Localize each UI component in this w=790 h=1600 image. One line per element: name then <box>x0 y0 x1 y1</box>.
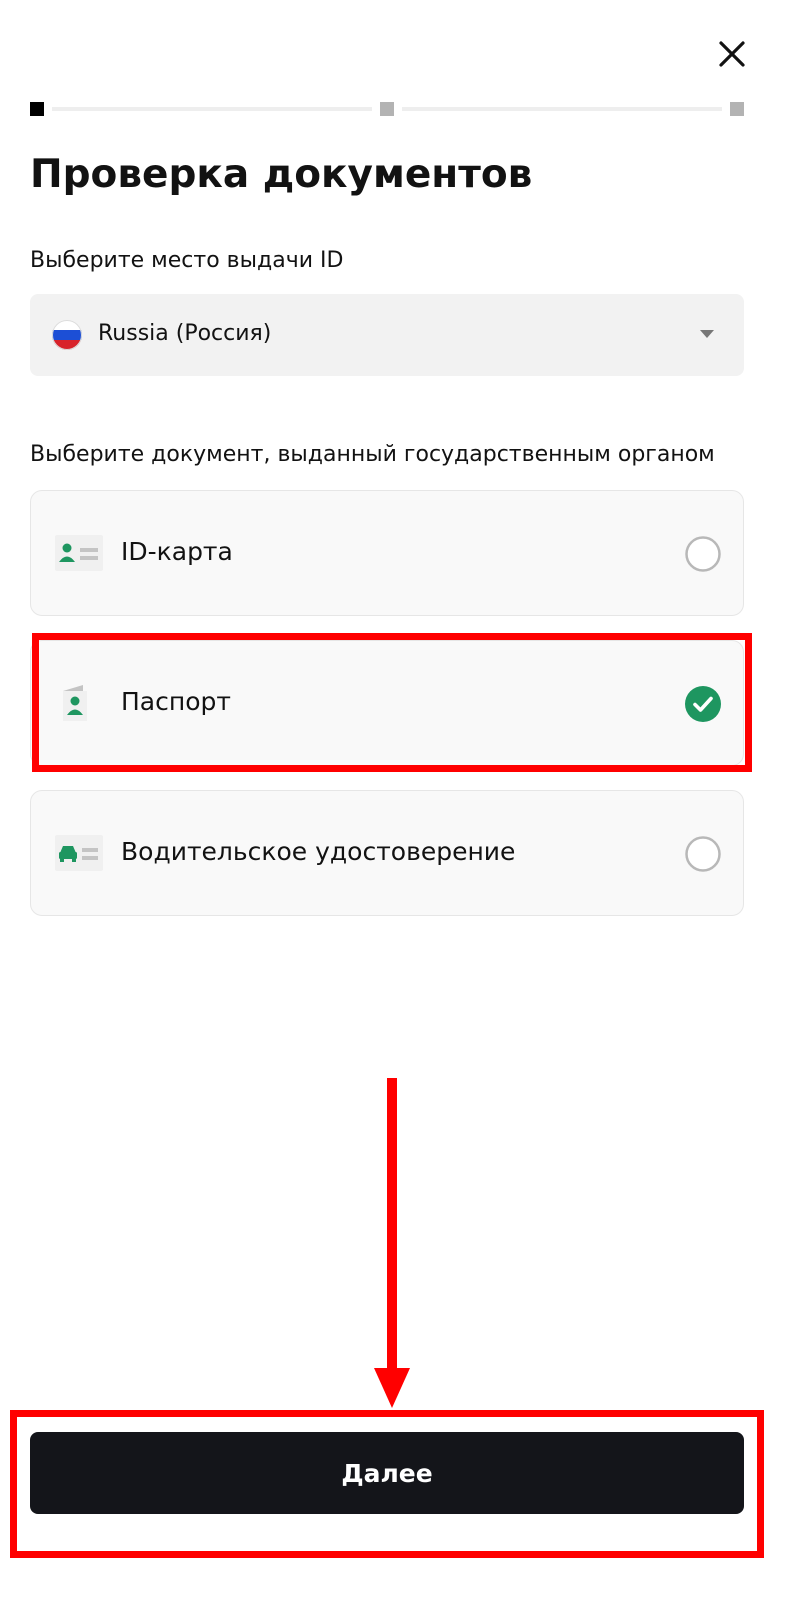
document-option-label: Паспорт <box>121 687 231 716</box>
passport-icon <box>63 685 87 721</box>
document-option-drivers-license[interactable]: Водительское удостоверение <box>30 790 744 916</box>
document-option-passport[interactable]: Паспорт <box>30 640 744 766</box>
close-icon <box>719 41 745 67</box>
step-marker-2 <box>380 102 394 116</box>
country-select[interactable]: Russia (Россия) <box>30 294 744 376</box>
document-type-label: Выберите документ, выданный государствен… <box>30 442 715 467</box>
next-button[interactable]: Далее <box>30 1432 744 1514</box>
id-card-icon <box>55 535 103 571</box>
check-circle-icon[interactable] <box>685 686 721 722</box>
country-select-value: Russia (Россия) <box>98 321 272 346</box>
radio-unchecked-icon[interactable] <box>685 836 721 872</box>
russia-flag-icon <box>52 320 82 350</box>
page-title: Проверка документов <box>30 152 533 197</box>
radio-unchecked-icon[interactable] <box>685 536 721 572</box>
step-line-2 <box>402 107 722 111</box>
issuing-country-label: Выберите место выдачи ID <box>30 248 344 273</box>
annotation-arrow-down-icon <box>374 1078 410 1408</box>
progress-stepper <box>30 102 744 116</box>
step-marker-3 <box>730 102 744 116</box>
drivers-license-icon <box>55 835 103 871</box>
document-option-id-card[interactable]: ID-карта <box>30 490 744 616</box>
close-button[interactable] <box>716 38 748 70</box>
caret-down-icon <box>700 330 714 338</box>
step-marker-1 <box>30 102 44 116</box>
step-line-1 <box>52 107 372 111</box>
document-option-label: Водительское удостоверение <box>121 837 516 866</box>
document-option-label: ID-карта <box>121 537 233 566</box>
